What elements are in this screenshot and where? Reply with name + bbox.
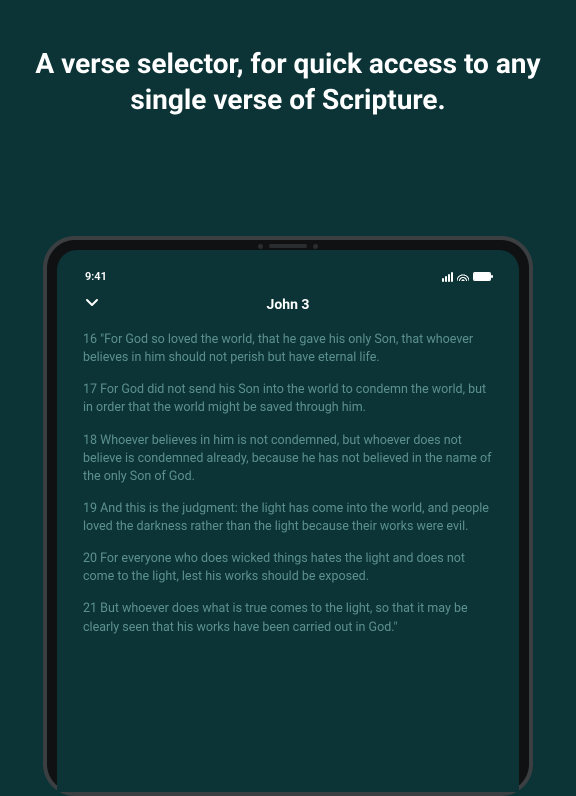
- verse-list: 16 "For God so loved the world, that he …: [79, 331, 497, 637]
- tablet-screen: 9:41 John 3 16 "For God s: [57, 250, 519, 792]
- status-right: [442, 272, 491, 282]
- speaker-cluster: [228, 243, 348, 249]
- verse-item[interactable]: 20 For everyone who does wicked things h…: [83, 550, 493, 586]
- verse-item[interactable]: 17 For God did not send his Son into the…: [83, 381, 493, 417]
- tablet-bezel: 9:41 John 3 16 "For God s: [47, 240, 529, 792]
- verse-item[interactable]: 19 And this is the judgment: the light h…: [83, 500, 493, 536]
- status-time: 9:41: [85, 270, 107, 283]
- verse-item[interactable]: 16 "For God so loved the world, that he …: [83, 331, 493, 367]
- verse-item[interactable]: 21 But whoever does what is true comes t…: [83, 600, 493, 636]
- page-title: John 3: [267, 297, 310, 313]
- wifi-icon: [457, 272, 469, 281]
- cellular-icon: [442, 272, 453, 282]
- status-bar: 9:41: [79, 268, 497, 293]
- battery-icon: [473, 272, 491, 281]
- verse-item[interactable]: 18 Whoever believes in him is not condem…: [83, 432, 493, 486]
- marketing-headline: A verse selector, for quick access to an…: [0, 0, 576, 119]
- tablet-frame: 9:41 John 3 16 "For God s: [43, 236, 533, 796]
- chevron-down-icon: [85, 295, 99, 309]
- nav-bar: John 3: [79, 293, 497, 331]
- back-button[interactable]: [85, 295, 99, 309]
